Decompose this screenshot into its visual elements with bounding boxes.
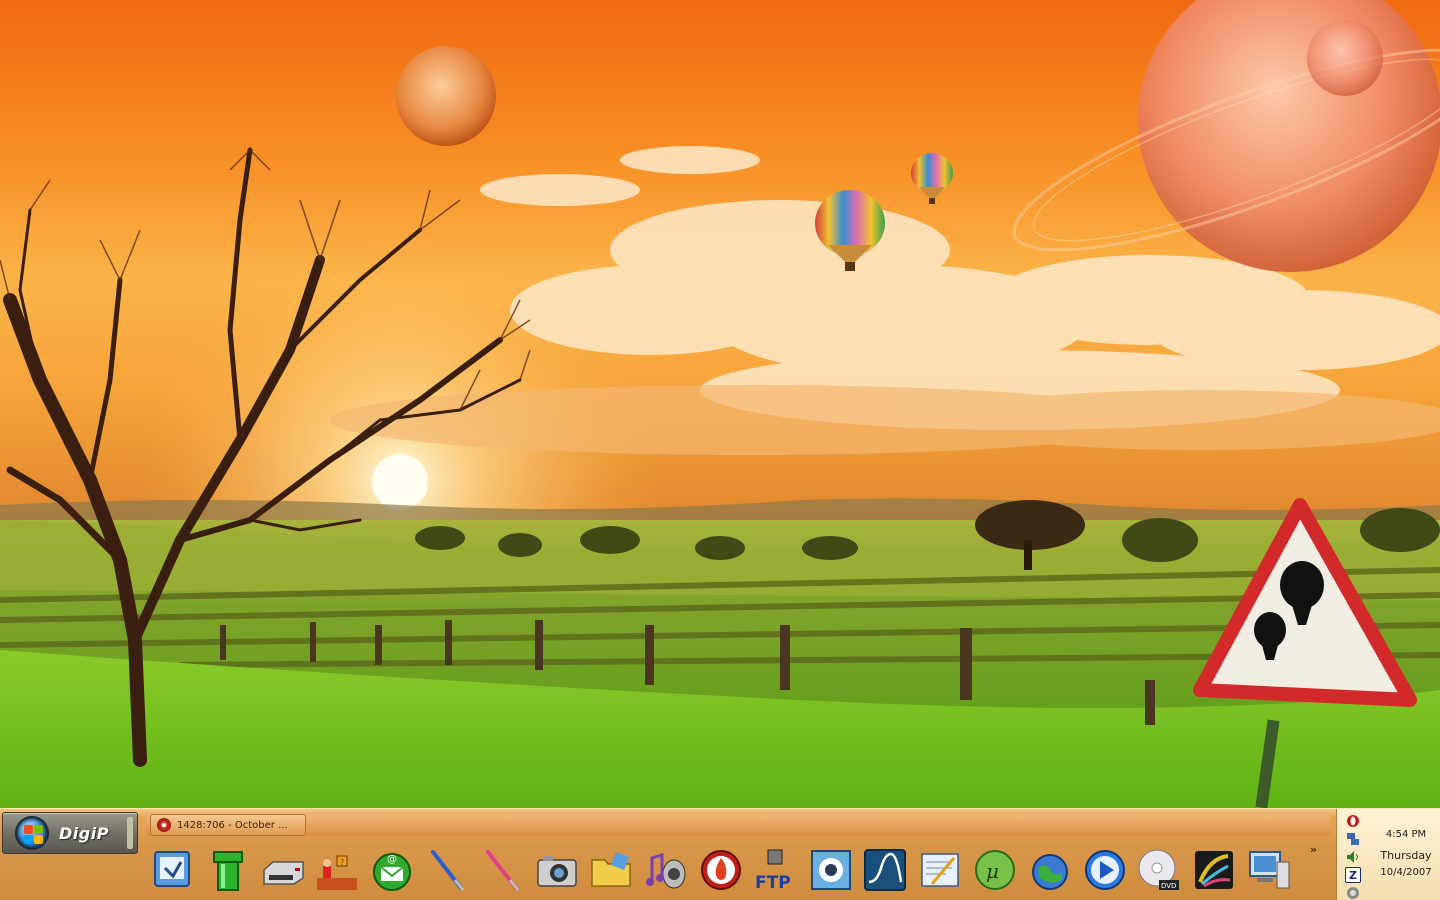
svg-text:?: ? <box>340 858 344 867</box>
image-viewer-icon[interactable] <box>808 847 854 893</box>
camera-icon[interactable] <box>534 847 580 893</box>
tray-icons: Z <box>1345 813 1365 900</box>
green-pipe-icon[interactable] <box>205 847 251 893</box>
paint-art-icon[interactable] <box>1191 847 1237 893</box>
start-button[interactable]: DigiP <box>2 812 138 854</box>
email-icon[interactable]: @ <box>369 847 415 893</box>
ftp-client-icon[interactable]: FTP <box>753 847 799 893</box>
clock-date: 10/4/2007 <box>1380 867 1432 878</box>
folder-icon[interactable] <box>588 847 634 893</box>
quick-launch-overflow-button[interactable]: » <box>1310 843 1317 856</box>
blue-brush-icon[interactable] <box>424 847 470 893</box>
windows-orb-icon <box>15 816 49 850</box>
clock-time[interactable]: 4:54 PM <box>1371 829 1440 840</box>
system-tray: Z 4:54 PM Thursday 10/4/2007 <box>1336 809 1440 900</box>
svg-text:@: @ <box>387 854 397 865</box>
desktop-wallpaper <box>0 0 1440 808</box>
network-tray-icon[interactable] <box>1345 831 1361 847</box>
media-player-icon[interactable] <box>1082 847 1128 893</box>
desktop-tool-icon[interactable] <box>150 847 196 893</box>
svg-text:FTP: FTP <box>755 873 791 892</box>
volume-tray-icon[interactable] <box>1345 849 1361 865</box>
windows-flag-green <box>34 825 43 834</box>
mario-game-icon[interactable]: ? <box>314 847 360 893</box>
start-button-grip <box>127 817 133 849</box>
task-button-label: 1428:706 - October ... <box>177 819 288 831</box>
task-buttons-area: 1428:706 - October ... <box>146 814 1330 836</box>
dvd-disc-icon[interactable]: DVD <box>1136 847 1182 893</box>
clock-day: Thursday <box>1380 849 1432 862</box>
remote-desktop-icon[interactable] <box>1246 847 1292 893</box>
windows-flag-red <box>24 825 33 834</box>
task-button-opera[interactable]: 1428:706 - October ... <box>150 814 306 836</box>
text-editor-icon[interactable] <box>917 847 963 893</box>
security-tray-icon[interactable] <box>1345 885 1361 900</box>
opera-tray-icon[interactable] <box>1345 813 1361 829</box>
taskbar: DigiP 1428:706 - October ... ? @ FTP μ D… <box>0 808 1440 900</box>
wallpaper-scene <box>0 0 1440 808</box>
windows-flag-blue <box>24 835 33 844</box>
waveform-icon[interactable] <box>862 847 908 893</box>
svg-text:μ: μ <box>986 859 999 883</box>
nes-console-icon[interactable] <box>260 847 306 893</box>
utorrent-icon[interactable]: μ <box>972 847 1018 893</box>
pink-brush-icon[interactable] <box>479 847 525 893</box>
opera-icon <box>157 818 171 832</box>
burner-flame-icon[interactable] <box>698 847 744 893</box>
network-globe-icon[interactable] <box>1027 847 1073 893</box>
svg-text:DVD: DVD <box>1161 882 1176 890</box>
start-button-label: DigiP <box>59 823 109 843</box>
windows-flag-yellow <box>34 835 43 844</box>
music-speaker-icon[interactable] <box>643 847 689 893</box>
quick-launch-bar: ? @ FTP μ DVD <box>150 845 1310 895</box>
zonealarm-tray-icon[interactable]: Z <box>1345 867 1361 883</box>
